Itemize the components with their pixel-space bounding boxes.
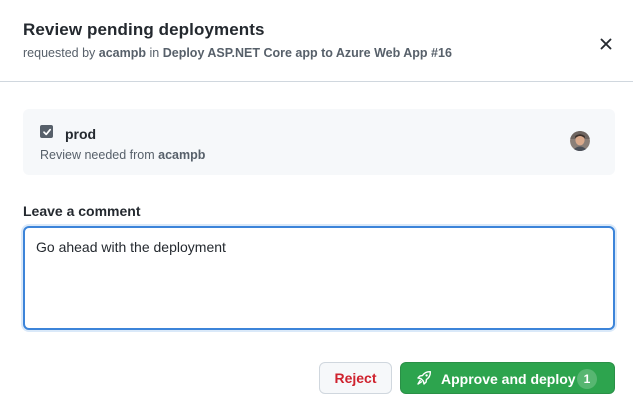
reject-button[interactable]: Reject xyxy=(319,362,392,394)
subtitle-middle: in xyxy=(149,46,160,60)
subtitle-prefix: requested by xyxy=(23,46,96,60)
reviewer-name: acampb xyxy=(158,148,206,162)
environment-name: prod xyxy=(65,126,97,142)
review-deployments-dialog: Review pending deployments requested by … xyxy=(0,0,633,416)
approve-count-badge: 1 xyxy=(577,369,597,389)
requester-name: acampb xyxy=(98,46,147,60)
environment-checkbox[interactable] xyxy=(40,125,53,138)
checkbox-checked-icon xyxy=(42,128,51,135)
rocket-icon xyxy=(417,370,432,385)
close-icon xyxy=(600,38,612,50)
approve-and-deploy-button[interactable]: Approve and deploy 1 xyxy=(400,362,615,394)
dialog-title: Review pending deployments xyxy=(23,20,265,39)
comment-textarea[interactable]: Go ahead with the deployment xyxy=(23,226,615,330)
user-avatar-icon xyxy=(570,131,590,151)
dialog-header: Review pending deployments requested by … xyxy=(0,0,633,82)
comment-label: Leave a comment xyxy=(23,203,141,219)
dialog-subtitle: requested by acampb in Deploy ASP.NET Co… xyxy=(23,46,452,60)
review-prefix: Review needed from xyxy=(40,148,155,162)
approve-label: Approve and deploy xyxy=(441,371,576,387)
avatar xyxy=(570,131,590,151)
environment-review-text: Review needed from acampb xyxy=(40,148,205,162)
close-button[interactable] xyxy=(594,32,618,56)
workflow-run-name: Deploy ASP.NET Core app to Azure Web App… xyxy=(162,46,452,60)
environment-item[interactable]: prod Review needed from acampb xyxy=(23,109,615,175)
